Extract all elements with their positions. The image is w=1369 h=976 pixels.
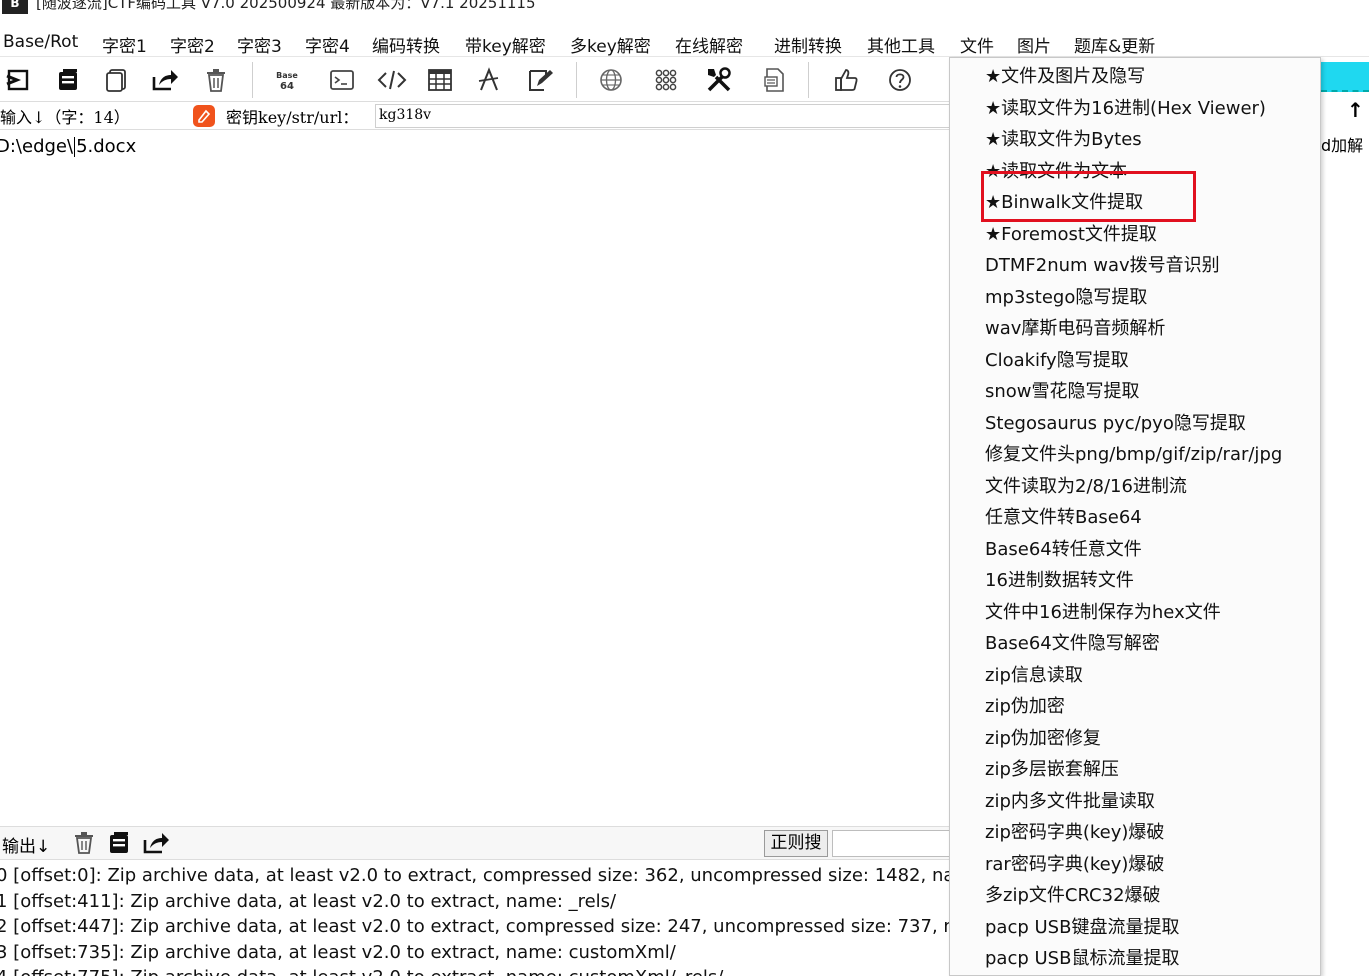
key-label: 密钥key/str/url： bbox=[226, 108, 359, 127]
table-icon[interactable] bbox=[424, 64, 456, 96]
import-icon[interactable] bbox=[2, 64, 34, 96]
tools-icon[interactable] bbox=[703, 64, 735, 96]
file-menu-item[interactable]: 文件中16进制保存为hex文件 bbox=[985, 599, 1221, 627]
file-menu-item[interactable]: pacp USB鼠标流量提取 bbox=[985, 945, 1179, 973]
file-menu-item[interactable]: ★读取文件为Bytes bbox=[985, 126, 1142, 154]
input-text: D:\edge\ 5.docx bbox=[0, 136, 137, 157]
menu-image[interactable]: 图片 bbox=[1017, 32, 1051, 57]
file-menu-item[interactable]: zip密码字典(key)爆破 bbox=[985, 819, 1164, 847]
menu-online-decrypt[interactable]: 在线解密 bbox=[675, 32, 743, 57]
globe-icon[interactable] bbox=[595, 64, 627, 96]
toolbar-separator bbox=[252, 62, 253, 98]
key-clear-icon[interactable] bbox=[193, 105, 215, 127]
text-caret bbox=[74, 137, 76, 157]
menu-base-convert[interactable]: 进制转换 bbox=[774, 32, 842, 57]
menu-file[interactable]: 文件 bbox=[960, 32, 994, 57]
file-menu-item[interactable]: zip内多文件批量读取 bbox=[985, 788, 1155, 816]
regex-search-input[interactable] bbox=[832, 830, 950, 857]
edit-icon[interactable] bbox=[524, 64, 556, 96]
file-menu-item[interactable]: pacp USB键盘流量提取 bbox=[985, 914, 1179, 942]
output-copy-icon[interactable] bbox=[107, 831, 131, 859]
output-line: 1 [offset:411]: Zip archive data, at lea… bbox=[0, 891, 617, 912]
svg-text:64: 64 bbox=[280, 81, 294, 92]
font-icon[interactable] bbox=[473, 64, 505, 96]
file-menu-item[interactable]: Base64转任意文件 bbox=[985, 536, 1142, 564]
copy-icon[interactable] bbox=[52, 64, 84, 96]
output-line: 0 [offset:0]: Zip archive data, at least… bbox=[0, 865, 950, 886]
right-panel-arrow[interactable]: ↑ bbox=[1347, 98, 1364, 122]
output-line: 4 [offset:775]: Zip archive data, at lea… bbox=[0, 967, 723, 976]
file-menu-item[interactable]: ★文件及图片及隐写 bbox=[985, 63, 1145, 91]
input-label: 输入↓（字：14） bbox=[0, 108, 130, 127]
toolbar-separator bbox=[576, 62, 577, 98]
file-menu-item[interactable]: zip伪加密 bbox=[985, 693, 1065, 721]
menu-other-tools[interactable]: 其他工具 bbox=[867, 32, 935, 57]
menu-zimi3[interactable]: 字密3 bbox=[237, 32, 282, 57]
document-icon[interactable] bbox=[758, 64, 790, 96]
file-menu-item[interactable]: snow雪花隐写提取 bbox=[985, 378, 1140, 406]
help-icon[interactable] bbox=[884, 64, 916, 96]
output-trash-icon[interactable] bbox=[72, 831, 96, 859]
file-menu-item[interactable]: zip多层嵌套解压 bbox=[985, 756, 1119, 784]
input-bar: 输入↓（字：14） 密钥key/str/url： kg318v bbox=[0, 102, 950, 130]
output-line: 3 [offset:735]: Zip archive data, at lea… bbox=[0, 942, 676, 963]
right-panel-label: d加解 bbox=[1321, 136, 1364, 155]
file-menu-item[interactable]: Base64文件隐写解密 bbox=[985, 630, 1160, 658]
menu-library-update[interactable]: 题库&更新 bbox=[1074, 32, 1155, 57]
file-menu-item[interactable]: 任意文件转Base64 bbox=[985, 504, 1142, 532]
right-panel: ↑ d加解 bbox=[1321, 58, 1369, 976]
file-menu-item[interactable]: ★读取文件为16进制(Hex Viewer) bbox=[985, 95, 1266, 123]
menu-zimi1[interactable]: 字密1 bbox=[102, 32, 147, 57]
grid-icon[interactable] bbox=[650, 64, 682, 96]
file-menu-item[interactable]: wav摩斯电码音频解析 bbox=[985, 315, 1165, 343]
highlight-annotation-box bbox=[981, 171, 1196, 222]
file-menu-item[interactable]: rar密码字典(key)爆破 bbox=[985, 851, 1164, 879]
base64-icon[interactable]: Base 64 bbox=[271, 64, 303, 96]
file-menu-item[interactable]: 文件读取为2/8/16进制流 bbox=[985, 473, 1187, 501]
file-menu-item[interactable]: Stegosaurus pyc/pyo隐写提取 bbox=[985, 410, 1246, 438]
menu-key-decrypt[interactable]: 带key解密 bbox=[465, 32, 546, 57]
svg-text:Base: Base bbox=[276, 71, 298, 80]
output-label: 输出↓ bbox=[2, 837, 51, 857]
output-line: 2 [offset:447]: Zip archive data, at lea… bbox=[0, 916, 950, 937]
menu-encoding[interactable]: 编码转换 bbox=[372, 32, 440, 57]
toolbar-separator bbox=[808, 62, 809, 98]
file-menu-item[interactable]: mp3stego隐写提取 bbox=[985, 284, 1147, 312]
menu-zimi2[interactable]: 字密2 bbox=[170, 32, 215, 57]
file-menu-item[interactable]: DTMF2num wav拨号音识别 bbox=[985, 252, 1220, 280]
output-textarea[interactable]: 0 [offset:0]: Zip archive data, at least… bbox=[0, 861, 950, 976]
menu-zimi4[interactable]: 字密4 bbox=[305, 32, 350, 57]
file-menu-item[interactable]: 16进制数据转文件 bbox=[985, 567, 1134, 595]
code-icon[interactable] bbox=[376, 64, 408, 96]
file-menu-item[interactable]: zip伪加密修复 bbox=[985, 725, 1101, 753]
menu-base-rot[interactable]: Base/Rot bbox=[3, 32, 78, 52]
file-menu-item[interactable]: Cloakify隐写提取 bbox=[985, 347, 1129, 375]
menu-bar: Base/Rot 字密1 字密2 字密3 字密4 编码转换 带key解密 多ke… bbox=[0, 30, 1369, 57]
thumbs-up-icon[interactable] bbox=[830, 64, 862, 96]
right-panel-band bbox=[1321, 62, 1369, 92]
input-textarea[interactable]: D:\edge\ 5.docx bbox=[0, 132, 950, 824]
title-bar: B [随波逐流]CTF编码工具 V7.0 202500924 最新版本为：V7.… bbox=[0, 0, 1369, 26]
menu-multikey-decrypt[interactable]: 多key解密 bbox=[570, 32, 651, 57]
regex-search-button[interactable]: 正则搜 bbox=[764, 830, 828, 857]
file-menu-item[interactable]: ★Foremost文件提取 bbox=[985, 221, 1157, 249]
file-menu-item[interactable]: 多zip文件CRC32爆破 bbox=[985, 882, 1161, 910]
trash-icon[interactable] bbox=[200, 64, 232, 96]
output-share-icon[interactable] bbox=[142, 830, 170, 860]
terminal-icon[interactable] bbox=[326, 64, 358, 96]
paste-icon[interactable] bbox=[101, 64, 133, 96]
window-title: [随波逐流]CTF编码工具 V7.0 202500924 最新版本为：V7.1 … bbox=[36, 0, 536, 12]
share-icon[interactable] bbox=[149, 64, 181, 96]
key-input[interactable]: kg318v bbox=[375, 104, 950, 128]
file-menu-item[interactable]: zip信息读取 bbox=[985, 662, 1083, 690]
file-menu-item[interactable]: 修复文件头png/bmp/gif/zip/rar/jpg bbox=[985, 441, 1282, 469]
output-bar: 输出↓ 正则搜 bbox=[0, 826, 950, 860]
app-logo: B bbox=[2, 0, 28, 14]
